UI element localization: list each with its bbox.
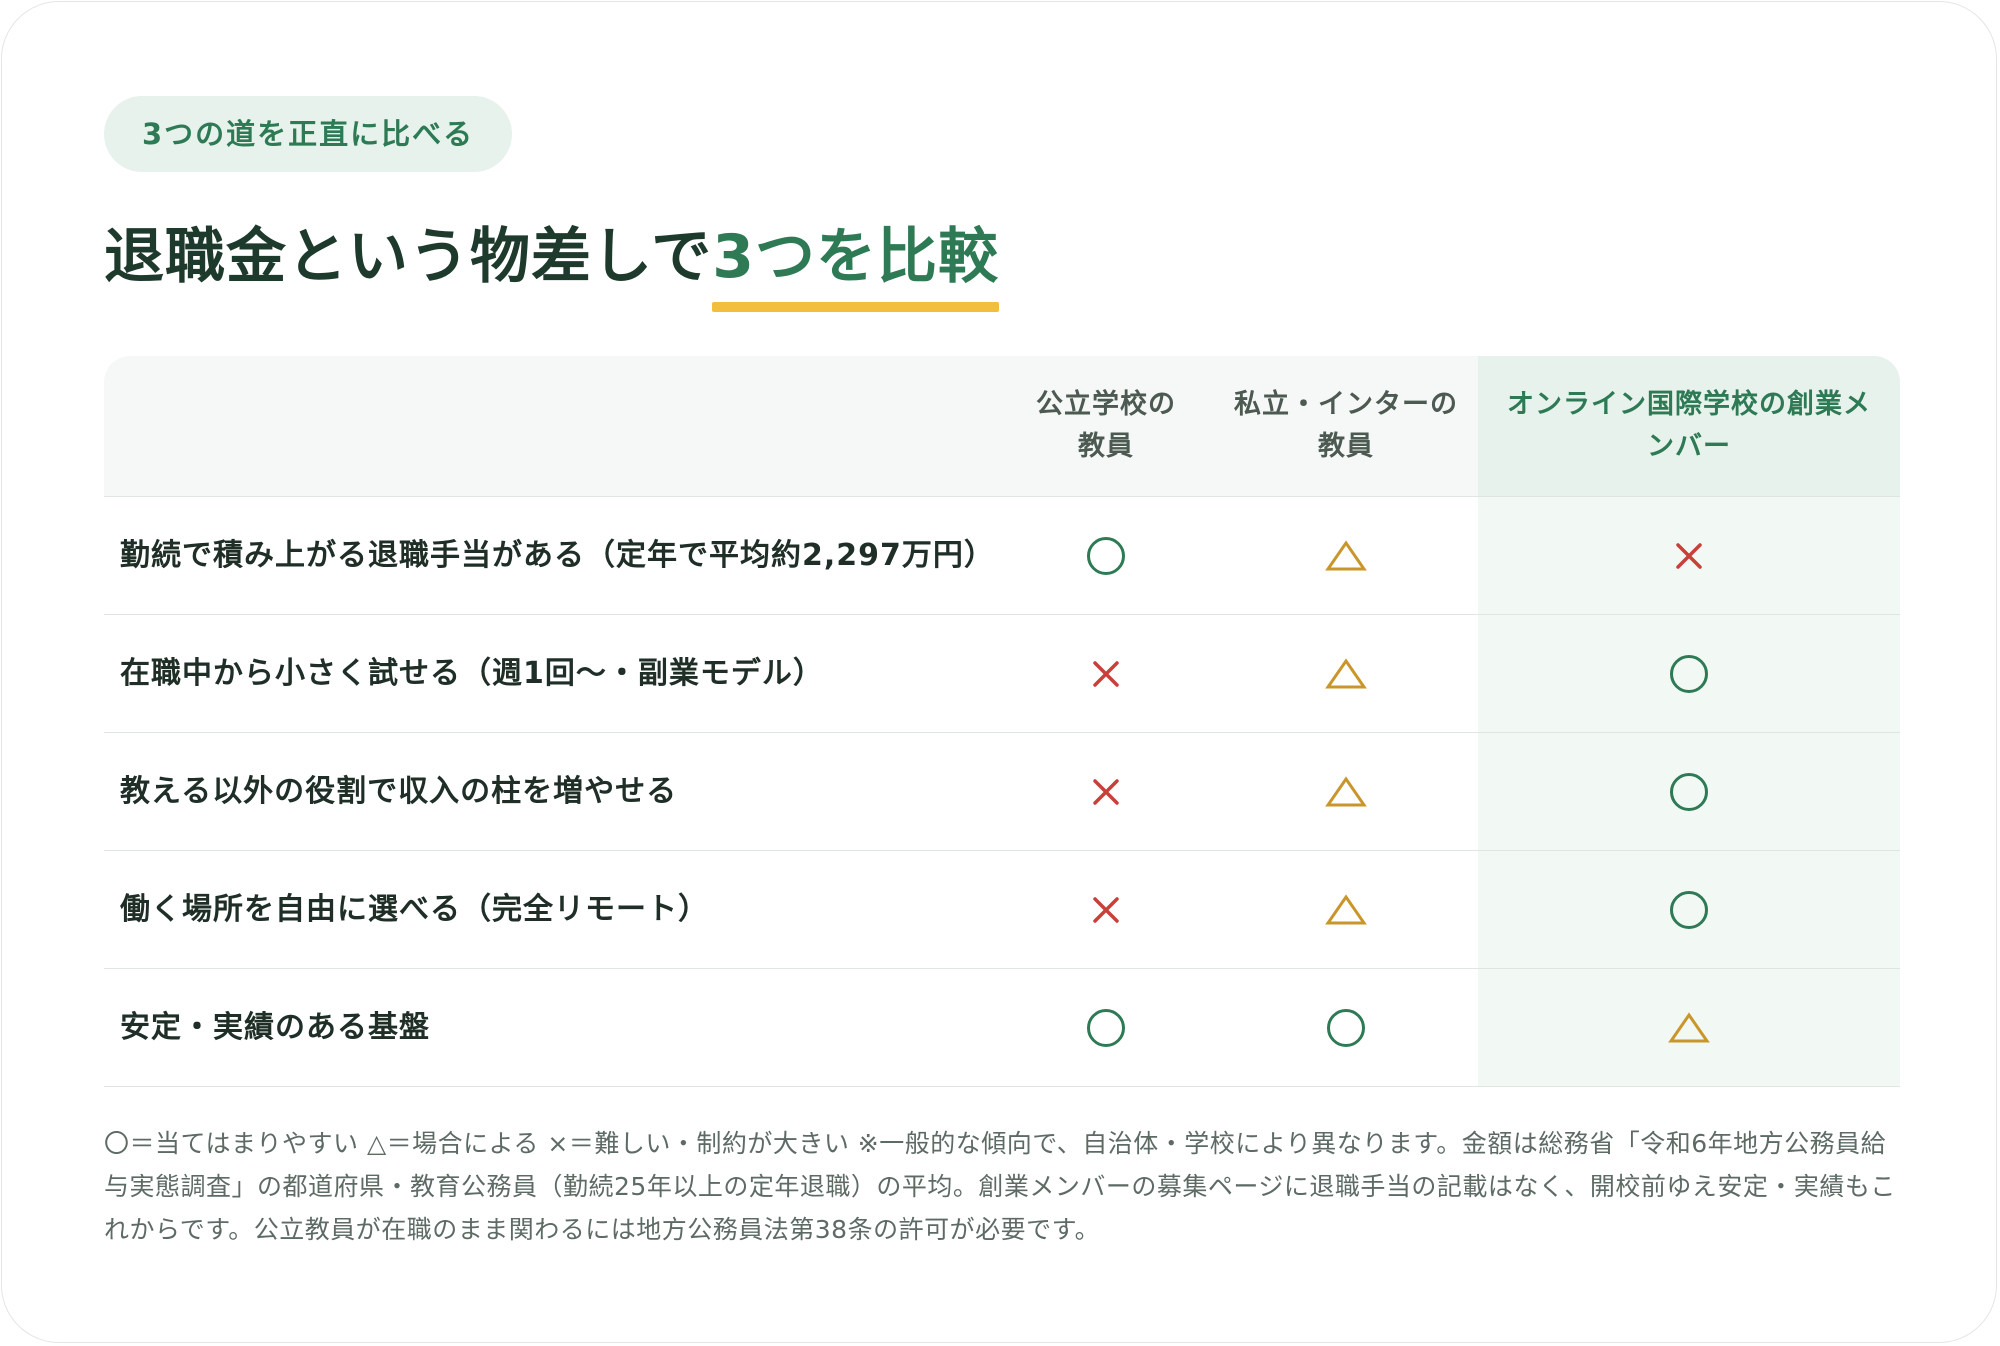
cell-private-teacher (1214, 497, 1478, 614)
footnote: 〇＝当てはまりやすい △＝場合による ×＝難しい・制約が大きい ※一般的な傾向で… (104, 1129, 1896, 1244)
row-label: 在職中から小さく試せる（週1回〜・副業モデル） (120, 656, 824, 691)
circle-mark-icon (1670, 654, 1708, 693)
header-blank (104, 356, 998, 496)
cell-founding-member (1478, 851, 1900, 968)
triangle-mark-icon (1325, 893, 1367, 926)
header-private-teacher: 私立・インターの 教員 (1214, 356, 1478, 496)
cross-mark-icon (1092, 660, 1120, 688)
cell-founding-member (1478, 615, 1900, 732)
cell-founding-member (1478, 733, 1900, 850)
triangle-mark-icon (1325, 539, 1367, 572)
row-label: 勤続で積み上がる退職手当がある（定年で平均約2,297万円） (120, 538, 995, 573)
cell-public-teacher (998, 969, 1214, 1086)
comparison-table: 公立学校の 教員 私立・インターの 教員 オンライン国際学校の創業メ ンバー 勤続で積… (104, 356, 1900, 1087)
row-label: 安定・実績のある基盤 (120, 1010, 430, 1045)
comparison-card: 3つの道を正直に比べる 退職金という物差しで3つを比較 公立学校の教員 私立・イ… (1, 1, 1997, 1343)
table-row: 安定・実績のある基盤 (104, 969, 1900, 1087)
table-row: 勤続で積み上がる退職手当がある（定年で平均約2,297万円） (104, 497, 1900, 615)
cross-mark-icon (1675, 542, 1703, 570)
table-row: 教える以外の役割で収入の柱を増やせる (104, 733, 1900, 851)
cell-founding-member (1478, 969, 1900, 1086)
header-public-teacher-line1: 公立学校の (1036, 389, 1176, 420)
triangle-mark-icon (1668, 1011, 1710, 1044)
section-badge: 3つの道を正直に比べる (104, 96, 513, 172)
table-row: 在職中から小さく試せる（週1回〜・副業モデル） (104, 615, 1900, 733)
page-title: 退職金という物差しで3つを比較 (104, 212, 999, 312)
table-header: 公立学校の 教員 私立・インターの 教員 オンライン国際学校の創業メ ンバー (104, 356, 1900, 497)
title-main: 退職金という物差しで (104, 222, 713, 292)
cell-public-teacher (998, 615, 1214, 732)
header-public-teacher-line2: 教員 (1078, 431, 1134, 462)
cell-private-teacher (1214, 733, 1478, 850)
table-row: 働く場所を自由に選べる（完全リモート） (104, 851, 1900, 969)
circle-mark-icon (1087, 1008, 1125, 1047)
cell-private-teacher (1214, 851, 1478, 968)
cross-mark-icon (1092, 896, 1120, 924)
row-label: 教える以外の役割で収入の柱を増やせる (120, 774, 678, 809)
triangle-mark-icon (1325, 657, 1367, 690)
cell-public-teacher (998, 851, 1214, 968)
header-private-teacher-line2: 教員 (1318, 431, 1374, 462)
cell-founding-member (1478, 497, 1900, 614)
header-public-teacher: 公立学校の 教員 (998, 356, 1214, 496)
title-highlight: 3つを比較 (712, 212, 999, 312)
circle-mark-icon (1670, 890, 1708, 929)
circle-mark-icon (1327, 1008, 1365, 1047)
header-founding-member: オンライン国際学校の創業メ ンバー (1478, 356, 1900, 496)
circle-mark-icon (1087, 536, 1125, 575)
header-private-teacher-line1: 私立・インターの (1234, 389, 1458, 420)
circle-mark-icon (1670, 772, 1708, 811)
cell-private-teacher (1214, 615, 1478, 732)
cell-private-teacher (1214, 969, 1478, 1086)
triangle-mark-icon (1325, 775, 1367, 808)
row-label: 働く場所を自由に選べる（完全リモート） (120, 892, 709, 927)
header-founding-member-line1: オンライン国際学校の創業メ (1507, 389, 1871, 420)
header-founding-member-line2: ンバー (1647, 431, 1731, 462)
cross-mark-icon (1092, 778, 1120, 806)
table-body: 勤続で積み上がる退職手当がある（定年で平均約2,297万円） 在職中から小さく試せ… (104, 497, 1900, 1087)
cell-public-teacher (998, 733, 1214, 850)
cell-public-teacher (998, 497, 1214, 614)
